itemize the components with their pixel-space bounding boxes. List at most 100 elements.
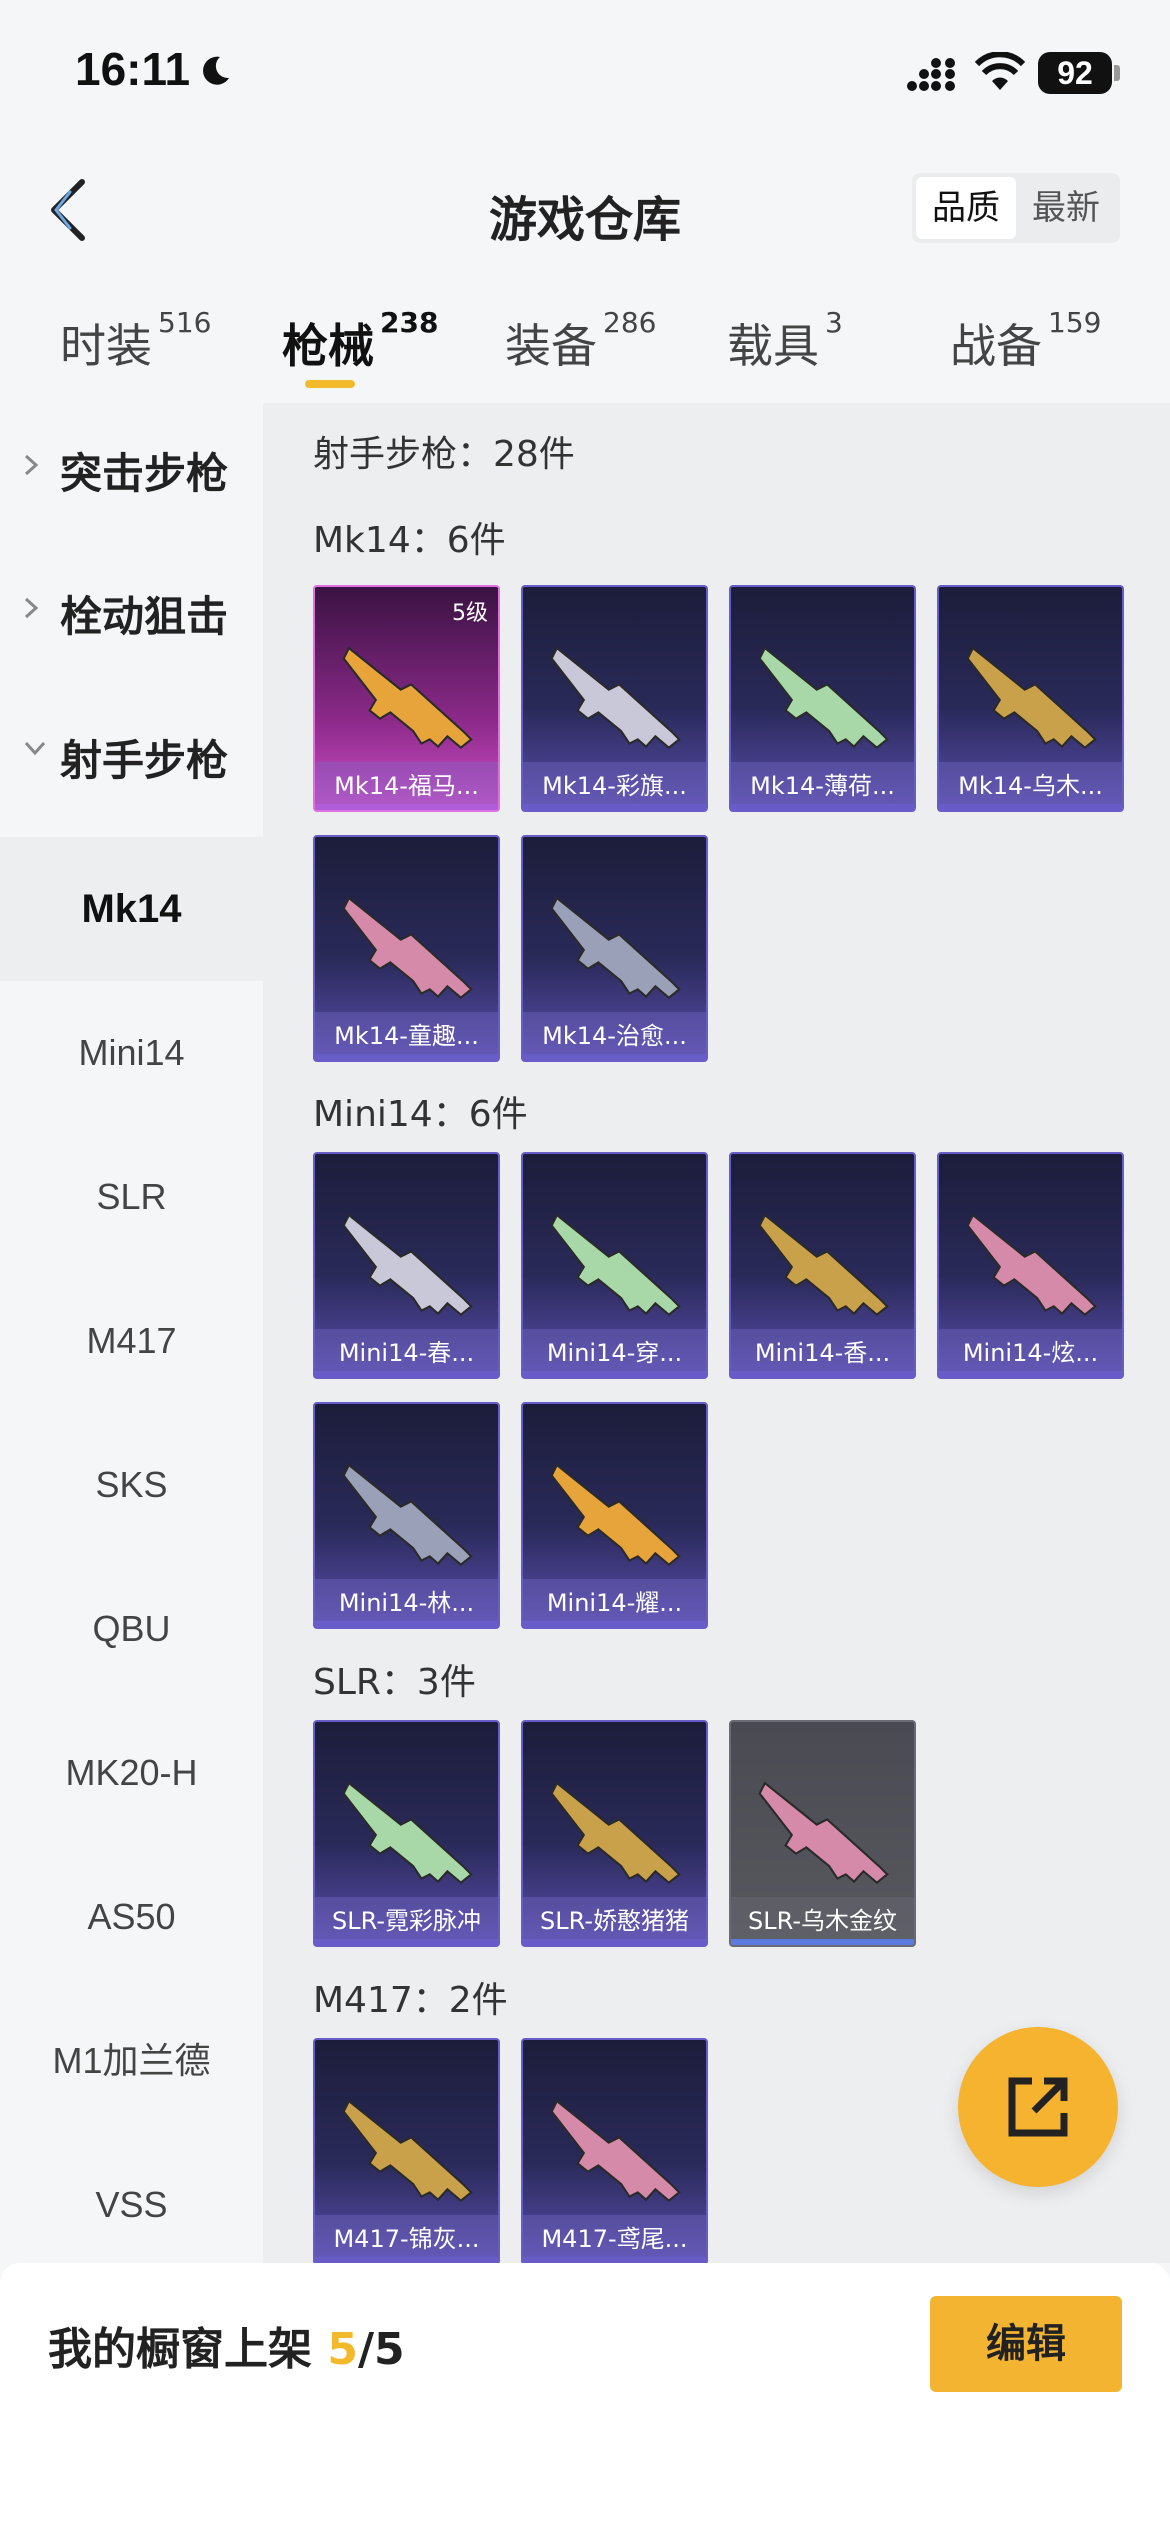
rifle-icon bbox=[342, 896, 473, 1000]
weapon-skin-name: Mk14-童趣... bbox=[315, 1012, 498, 1060]
sidebar-item-mk20h[interactable]: MK20-H bbox=[0, 1701, 263, 1845]
tab-guns[interactable]: 枪械 238 bbox=[282, 306, 438, 376]
rifle-icon bbox=[758, 646, 889, 750]
weapon-skin-card[interactable]: M417-鸢尾... bbox=[521, 2038, 708, 2263]
rifle-icon bbox=[550, 1463, 681, 1567]
rifle-icon bbox=[342, 1781, 473, 1885]
weapon-skin-name: M417-鸢尾... bbox=[523, 2215, 706, 2263]
weapon-skin-card[interactable]: Mini14-春... bbox=[313, 1152, 500, 1379]
group-title-mini14: Mini14：6件 bbox=[313, 1094, 528, 1135]
rifle-icon bbox=[550, 1781, 681, 1885]
share-button[interactable] bbox=[958, 2027, 1118, 2187]
weapon-skin-name: Mk14-福马... bbox=[315, 762, 498, 810]
group-title-mk14: Mk14：6件 bbox=[313, 520, 506, 561]
showcase-label: 我的橱窗上架 bbox=[48, 2324, 312, 2375]
rarity-line bbox=[315, 1054, 498, 1060]
showcase-bar: 我的橱窗上架 5/5 编辑 bbox=[0, 2263, 1170, 2532]
tab-label: 装备 bbox=[505, 319, 597, 373]
rarity-line bbox=[731, 1939, 914, 1945]
weapon-skin-card[interactable]: Mini14-耀... bbox=[521, 1402, 708, 1629]
tab-fashion[interactable]: 时装 516 bbox=[60, 306, 211, 376]
sidebar-item-mini14[interactable]: Mini14 bbox=[0, 981, 263, 1125]
weapon-skin-name: Mini14-春... bbox=[315, 1329, 498, 1377]
rarity-line bbox=[315, 1371, 498, 1377]
weapon-skin-name: M417-锦灰... bbox=[315, 2215, 498, 2263]
rifle-icon bbox=[550, 1213, 681, 1317]
rifle-icon bbox=[342, 1213, 473, 1317]
tab-label: 枪械 bbox=[282, 319, 374, 373]
tab-count: 3 bbox=[825, 306, 843, 339]
tab-label: 时装 bbox=[60, 319, 152, 373]
rarity-line bbox=[523, 804, 706, 810]
category-sidebar: 突击步枪 栓动狙击 射手步枪 Mk14 Mini14 SLR M417 SKS … bbox=[0, 403, 263, 2263]
rifle-icon bbox=[550, 646, 681, 750]
weapon-skin-name: SLR-乌木金纹 bbox=[731, 1897, 914, 1945]
sidebar-category-bolt-sniper[interactable]: 栓动狙击 bbox=[0, 553, 263, 673]
page-title: 游戏仓库 bbox=[488, 192, 681, 248]
moon-icon bbox=[203, 56, 229, 85]
weapon-skin-card[interactable]: 5级 Mk14-福马... bbox=[313, 585, 500, 812]
weapon-skin-card[interactable]: Mini14-林... bbox=[313, 1402, 500, 1629]
chevron-down-icon bbox=[24, 741, 46, 756]
rarity-line bbox=[315, 1939, 498, 1945]
weapon-skin-card[interactable]: Mk14-童趣... bbox=[313, 835, 500, 1062]
sidebar-item-m1-garand[interactable]: M1加兰德 bbox=[0, 1989, 263, 2133]
rarity-line bbox=[731, 804, 914, 810]
rifle-icon bbox=[966, 1213, 1097, 1317]
status-bar: 16:11 92 bbox=[0, 0, 1170, 150]
weapon-skin-name: SLR-娇憨猪猪 bbox=[523, 1897, 706, 1945]
sidebar-item-as50[interactable]: AS50 bbox=[0, 1845, 263, 1989]
weapon-skin-card[interactable]: M417-锦灰... bbox=[313, 2038, 500, 2263]
rarity-line bbox=[939, 1371, 1122, 1377]
showcase-total-count: /5 bbox=[357, 2324, 405, 2375]
sidebar-category-assault-rifle[interactable]: 突击步枪 bbox=[0, 410, 263, 530]
weapon-skin-card[interactable]: SLR-娇憨猪猪 bbox=[521, 1720, 708, 1947]
weapon-skin-card[interactable]: Mini14-穿... bbox=[521, 1152, 708, 1379]
rarity-line bbox=[523, 1371, 706, 1377]
tab-count: 286 bbox=[603, 306, 657, 339]
weapon-skin-card[interactable]: Mk14-乌木... bbox=[937, 585, 1124, 812]
rarity-line bbox=[939, 804, 1122, 810]
sidebar-item-sks[interactable]: SKS bbox=[0, 1413, 263, 1557]
tab-tactical[interactable]: 战备 159 bbox=[950, 306, 1101, 376]
sidebar-item-mk14[interactable]: Mk14 bbox=[0, 837, 263, 981]
weapon-skin-name: Mini14-耀... bbox=[523, 1579, 706, 1627]
rarity-line bbox=[315, 1621, 498, 1627]
weapon-skin-card[interactable]: Mk14-薄荷... bbox=[729, 585, 916, 812]
tab-label: 载具 bbox=[727, 319, 819, 373]
sort-newest-option[interactable]: 最新 bbox=[1016, 177, 1116, 239]
chevron-right-icon bbox=[24, 597, 39, 619]
weapon-skin-card[interactable]: Mk14-彩旗... bbox=[521, 585, 708, 812]
weapon-skin-card[interactable]: Mini14-香... bbox=[729, 1152, 916, 1379]
sidebar-category-label: 栓动狙击 bbox=[60, 592, 229, 641]
tab-count: 238 bbox=[380, 306, 439, 339]
tab-label: 战备 bbox=[950, 319, 1042, 373]
rifle-icon bbox=[758, 1213, 889, 1317]
sort-quality-option[interactable]: 品质 bbox=[916, 177, 1016, 239]
rifle-icon bbox=[550, 2099, 681, 2203]
tab-equipment[interactable]: 装备 286 bbox=[505, 306, 656, 376]
rifle-icon bbox=[758, 1781, 889, 1885]
weapon-skin-name: Mini14-林... bbox=[315, 1579, 498, 1627]
sidebar-item-qbu[interactable]: QBU bbox=[0, 1557, 263, 1701]
sidebar-category-marksman-rifle[interactable]: 射手步枪 bbox=[0, 697, 263, 817]
weapon-skin-card[interactable]: Mk14-治愈... bbox=[521, 835, 708, 1062]
showcase-used-count: 5 bbox=[327, 2324, 358, 2375]
back-button[interactable] bbox=[40, 170, 100, 250]
rifle-icon bbox=[342, 646, 473, 750]
sort-toggle: 品质 最新 bbox=[912, 173, 1120, 243]
tab-vehicles[interactable]: 载具 3 bbox=[727, 306, 843, 376]
weapon-skin-card[interactable]: SLR-霓彩脉冲 bbox=[313, 1720, 500, 1947]
rarity-line bbox=[731, 1371, 914, 1377]
sidebar-item-vss[interactable]: VSS bbox=[0, 2133, 263, 2277]
signal-icon bbox=[907, 58, 955, 91]
chevron-right-icon bbox=[24, 454, 39, 476]
tab-count: 159 bbox=[1048, 306, 1102, 339]
weapon-skin-card[interactable]: Mini14-炫... bbox=[937, 1152, 1124, 1379]
edit-button[interactable]: 编辑 bbox=[930, 2296, 1122, 2392]
tab-count: 516 bbox=[158, 306, 212, 339]
sidebar-item-m417[interactable]: M417 bbox=[0, 1269, 263, 1413]
rifle-icon bbox=[342, 2099, 473, 2203]
sidebar-item-slr[interactable]: SLR bbox=[0, 1125, 263, 1269]
weapon-skin-card[interactable]: SLR-乌木金纹 bbox=[729, 1720, 916, 1947]
